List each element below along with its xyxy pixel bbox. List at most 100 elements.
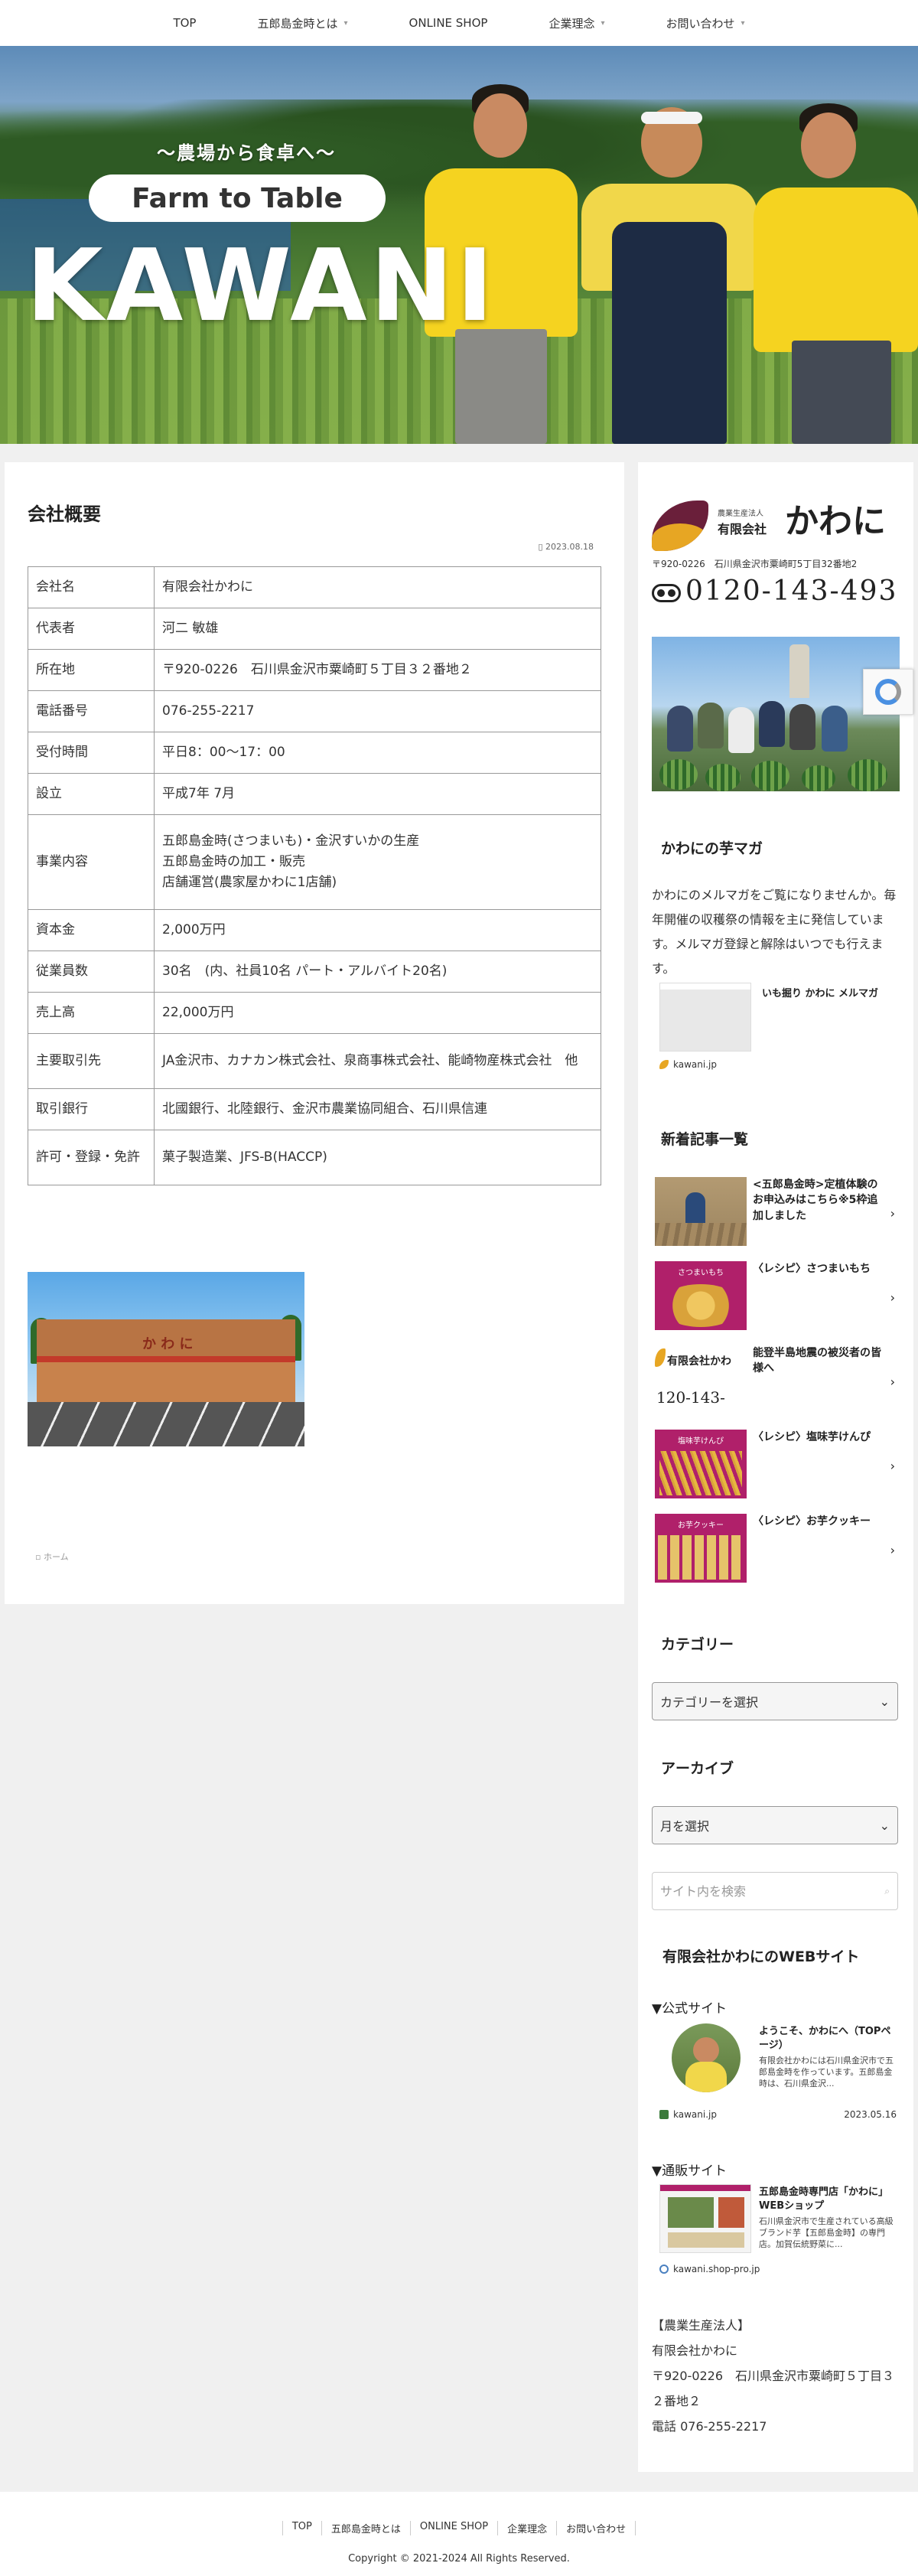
logo-address: 〒920-0226 石川県金沢市粟崎町5丁目32番地2: [652, 559, 858, 569]
breadcrumb-home[interactable]: ホーム: [44, 1552, 69, 1562]
table-key-cell: 許可・登録・免許: [28, 1130, 155, 1185]
recent-post-item[interactable]: 有限会社かわ 120-143- 能登半島地震の被災者の皆様へ ›: [655, 1345, 901, 1430]
chevron-down-icon: ▾: [343, 18, 348, 28]
table-value-cell: 北國銀行、北陸銀行、金沢市農業協同組合、石川県信連: [154, 1088, 601, 1130]
hero-pill: Farm to Table: [89, 174, 386, 222]
table-key-cell: 会社名: [28, 566, 155, 608]
category-select[interactable]: カテゴリーを選択 ⌄: [652, 1682, 898, 1720]
websites-widget-title: 有限会社かわにのWEBサイト: [662, 1948, 860, 1965]
breadcrumb[interactable]: ▫ ホーム: [35, 1550, 69, 1563]
nav-item-label: TOP: [173, 16, 197, 30]
footer-nav-item-goroshima[interactable]: 五郎島金時とは: [321, 2521, 410, 2535]
table-value-cell: 五郎島金時(さつまいも)・金沢すいかの生産 五郎島金時の加工・販売 店舗運営(農家屋…: [154, 814, 601, 910]
table-value-line: 有限会社かわに: [162, 579, 253, 595]
logo-tel: 0120-143-493: [652, 576, 897, 607]
recaptcha-badge[interactable]: [863, 669, 913, 715]
shop-site-card[interactable]: 五郎島金時専門店「かわに」WEBショップ 石川県金沢市で生産されている高級ブラン…: [655, 2184, 900, 2291]
clock-icon: ▯: [538, 542, 543, 552]
logo-name: かわに: [785, 502, 886, 541]
archive-select[interactable]: 月を選択 ⌄: [652, 1806, 898, 1844]
recent-post-title: 能登半島地震の被災者の皆様へ: [753, 1347, 881, 1375]
footer-nav-item-online-shop[interactable]: ONLINE SHOP: [409, 2521, 497, 2535]
main-content: 会社概要 ▯ 2023.08.18 会社名 有限会社かわに 代表者 河二 敏雄 所在地〒…: [5, 462, 624, 1604]
freedial-icon: [652, 584, 681, 602]
table-key-cell: 電話番号: [28, 690, 155, 732]
nav-item-goroshima[interactable]: 五郎島金時とは ▾: [226, 0, 378, 46]
table-value-cell: 076-255-2217: [154, 690, 601, 732]
recent-post-item[interactable]: 塩味芋けんぴ 〈レシピ〉塩味芋けんぴ ›: [655, 1430, 901, 1514]
table-key-cell: 売上高: [28, 992, 155, 1034]
table-row: 所在地 〒920-0226 石川県金沢市粟崎町５丁目３２番地２: [28, 649, 601, 691]
domain-text: kawani.shop-pro.jp: [673, 2264, 760, 2274]
domain-text: kawani.jp: [673, 2109, 717, 2120]
logo-corp-type: 農業生産法人: [718, 510, 763, 518]
company-logo[interactable]: 農業生産法人 有限会社 かわに 〒920-0226 石川県金沢市粟崎町5丁目32…: [652, 501, 897, 615]
official-site-title: ようこそ、かわにへ（TOPページ）: [759, 2026, 891, 2051]
table-row: 代表者 河二 敏雄: [28, 608, 601, 650]
building-photo: か わ に: [28, 1272, 304, 1446]
table-value-cell: 河二 敏雄: [154, 608, 601, 650]
footer-nav-item-contact[interactable]: お問い合わせ: [556, 2521, 636, 2535]
table-value-cell: 平日8：00〜17：00: [154, 732, 601, 774]
footer-nav: TOP 五郎島金時とは ONLINE SHOP 企業理念 お問い合わせ: [0, 2521, 918, 2535]
table-value-line: 平日8：00〜17：00: [162, 744, 285, 760]
table-value-line: 30名 (内、社員10名 パート・アルバイト20名): [162, 963, 448, 979]
table-row: 従業員数 30名 (内、社員10名 パート・アルバイト20名): [28, 951, 601, 993]
footer-nav-item-top[interactable]: TOP: [282, 2521, 321, 2535]
table-key-cell: 所在地: [28, 649, 155, 691]
chevron-right-icon: ›: [890, 1543, 895, 1557]
shop-site-thumbnail: [659, 2184, 751, 2253]
nav-item-top[interactable]: TOP: [142, 0, 226, 46]
table-row: 取引銀行 北國銀行、北陸銀行、金沢市農業協同組合、石川県信連: [28, 1088, 601, 1130]
table-row: 受付時間 平日8：00〜17：00: [28, 732, 601, 774]
official-site-date: 2023.05.16: [844, 2109, 897, 2120]
domain-text: kawani.jp: [673, 1059, 717, 1070]
hero-banner: 〜農場から食卓へ〜 Farm to Table KAWANI: [0, 46, 918, 444]
table-value-line: 076-255-2217: [162, 703, 255, 719]
recent-post-title: 〈レシピ〉塩味芋けんぴ: [753, 1431, 871, 1443]
table-value-line: 店舗運営(農家屋かわに1店舗): [162, 875, 337, 891]
table-key-cell: 資本金: [28, 909, 155, 951]
search-input[interactable]: [660, 1883, 859, 1899]
table-value-cell: 有限会社かわに: [154, 566, 601, 608]
table-key-cell: 取引銀行: [28, 1088, 155, 1130]
official-site-card[interactable]: ようこそ、かわにへ（TOPページ） 有限会社かわには石川県金沢市で五郎島金時を作…: [655, 2023, 900, 2131]
recent-thumb-caption: お芋クッキー: [678, 1521, 724, 1530]
hero-tagline: 〜農場から食卓へ〜: [157, 142, 336, 164]
recent-post-item[interactable]: <五郎島金時>定植体験のお申込みはこちら※5枠追加しました ›: [655, 1177, 901, 1261]
address-line: 有限会社かわに: [652, 2343, 738, 2358]
recent-post-item[interactable]: お芋クッキー 〈レシピ〉お芋クッキー ›: [655, 1514, 901, 1598]
nav-item-online-shop[interactable]: ONLINE SHOP: [379, 0, 519, 46]
category-widget-title: カテゴリー: [661, 1636, 734, 1653]
table-value-cell: 〒920-0226 石川県金沢市粟崎町５丁目３２番地２: [154, 649, 601, 691]
building-sign: か わ に: [142, 1336, 194, 1352]
logo-tel-number: 0120-143-493: [685, 576, 898, 607]
nav-item-contact[interactable]: お問い合わせ ▾: [636, 0, 776, 46]
kawani-favicon-icon: [659, 1060, 669, 1069]
magazine-link-card[interactable]: いも掘り かわに メルマガ kawani.jp: [655, 983, 900, 1074]
official-site-thumbnail: [659, 2023, 751, 2092]
archive-select-value: 月を選択: [660, 1819, 710, 1834]
magazine-card-title: いも掘り かわに メルマガ: [762, 988, 879, 999]
table-value-line: 五郎島金時(さつまいも)・金沢すいかの生産: [162, 833, 420, 849]
magazine-text: かわにのメルマガをご覧になりませんか。毎年開催の収穫祭の情報を主に発信しています…: [652, 888, 897, 976]
table-value-cell: 2,000万円: [154, 909, 601, 951]
footer-nav-item-philosophy[interactable]: 企業理念: [497, 2521, 556, 2535]
table-key-cell: 従業員数: [28, 951, 155, 993]
nav-item-label: 企業理念: [549, 16, 595, 31]
recent-post-item[interactable]: さつまいもち 〈レシピ〉さつまいもち ›: [655, 1261, 901, 1345]
nav-item-philosophy[interactable]: 企業理念 ▾: [518, 0, 635, 46]
hero-brand-title: KAWANI: [26, 227, 496, 344]
recent-post-thumbnail: 塩味芋けんぴ: [655, 1430, 747, 1498]
chevron-down-icon: ▾: [741, 18, 745, 28]
top-navigation: TOP 五郎島金時とは ▾ ONLINE SHOP 企業理念 ▾ お問い合わせ ▾: [0, 0, 918, 46]
post-date-text: 2023.08.18: [545, 542, 594, 552]
chevron-down-icon: ▾: [601, 18, 605, 28]
recaptcha-icon: [875, 679, 901, 705]
magazine-card-domain: kawani.jp: [659, 1059, 717, 1070]
nav-item-label: ONLINE SHOP: [409, 16, 488, 30]
nav-item-label: お問い合わせ: [666, 16, 735, 31]
search-icon[interactable]: ⌕: [884, 1886, 890, 1897]
table-row: 売上高 22,000万円: [28, 992, 601, 1034]
table-value-line: 北國銀行、北陸銀行、金沢市農業協同組合、石川県信連: [162, 1101, 487, 1117]
